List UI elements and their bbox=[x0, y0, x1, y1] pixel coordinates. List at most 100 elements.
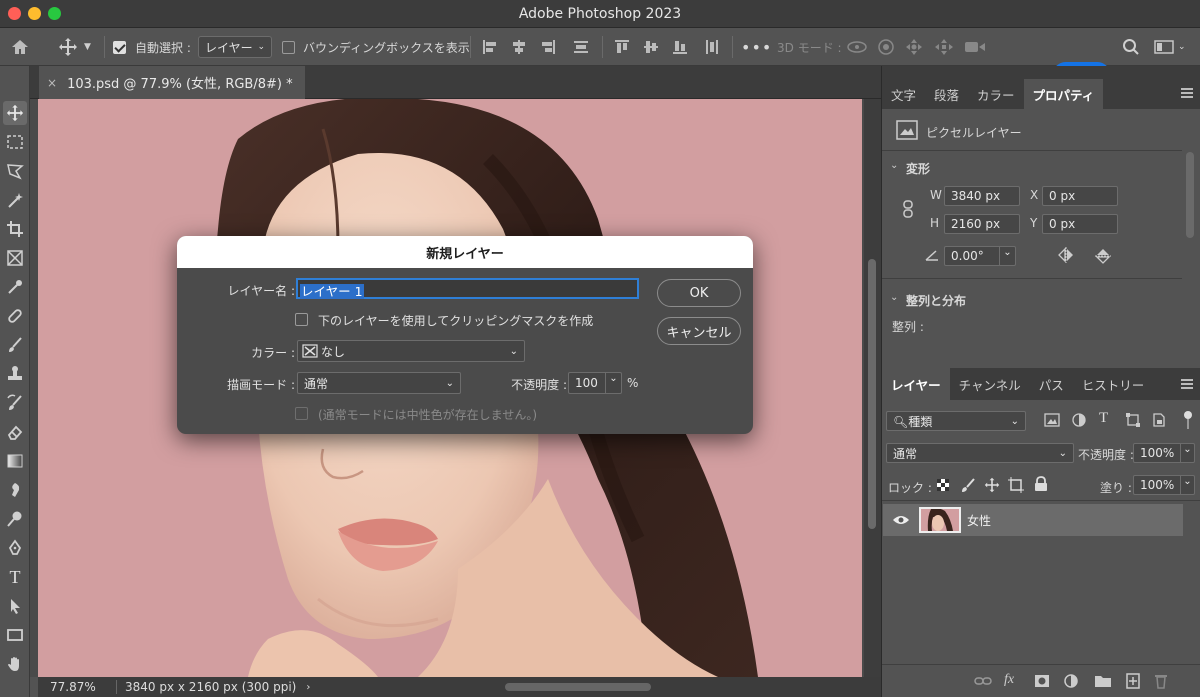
history-brush-tool[interactable] bbox=[3, 391, 27, 415]
align-left-button[interactable] bbox=[481, 28, 499, 66]
color-dropdown[interactable]: なし ⌄ bbox=[297, 340, 525, 362]
dodge-tool[interactable] bbox=[3, 507, 27, 531]
bounding-box-checkbox[interactable] bbox=[282, 28, 295, 66]
chevron-down-icon[interactable]: ⌄ bbox=[890, 160, 898, 171]
lock-all-icon[interactable] bbox=[1034, 476, 1048, 492]
type-tool[interactable]: T bbox=[3, 565, 27, 589]
layer-name[interactable]: 女性 bbox=[967, 512, 991, 529]
brush-tool[interactable] bbox=[3, 333, 27, 357]
chevron-down-icon[interactable]: ⌄ bbox=[1180, 444, 1194, 462]
blend-mode-dropdown[interactable]: 通常 ⌄ bbox=[886, 443, 1074, 463]
layer-row[interactable]: 女性 bbox=[883, 504, 1183, 536]
auto-select-checkbox[interactable] bbox=[113, 28, 126, 66]
tab-channels[interactable]: チャンネル bbox=[950, 368, 1030, 400]
flip-vertical-icon[interactable] bbox=[1094, 246, 1112, 266]
tab-layers[interactable]: レイヤー bbox=[882, 368, 950, 400]
tab-properties[interactable]: プロパティ bbox=[1023, 79, 1104, 109]
neutral-color-checkbox[interactable] bbox=[295, 407, 308, 423]
eye-icon[interactable] bbox=[892, 514, 910, 526]
fx-icon[interactable]: fx bbox=[1004, 672, 1014, 688]
more-options-button[interactable]: ••• bbox=[741, 28, 772, 66]
chevron-down-icon[interactable]: ⌄ bbox=[890, 292, 898, 303]
layer-name-input[interactable]: レイヤー 1 bbox=[296, 278, 639, 299]
panel-menu-icon[interactable] bbox=[1181, 88, 1193, 98]
dialog-opacity-field[interactable]: 100 ⌄ bbox=[568, 372, 622, 394]
tab-color[interactable]: カラー bbox=[968, 79, 1024, 109]
3d-camera-button[interactable] bbox=[963, 28, 987, 66]
trash-icon[interactable] bbox=[1154, 673, 1168, 689]
clone-stamp-tool[interactable] bbox=[3, 362, 27, 386]
filter-adjustment-icon[interactable] bbox=[1072, 413, 1086, 427]
new-layer-icon[interactable] bbox=[1126, 673, 1140, 689]
crop-tool[interactable] bbox=[3, 217, 27, 241]
properties-scrollbar[interactable] bbox=[1186, 152, 1194, 238]
3d-slide-button[interactable] bbox=[933, 28, 955, 66]
workspace-button[interactable]: ⌄ bbox=[1154, 28, 1186, 66]
align-bottom-button[interactable] bbox=[671, 28, 689, 66]
pen-tool[interactable] bbox=[3, 536, 27, 560]
frame-tool[interactable] bbox=[3, 246, 27, 270]
move-tool[interactable] bbox=[3, 101, 27, 125]
filter-toggle[interactable] bbox=[1183, 411, 1193, 429]
opacity-field[interactable]: 100% ⌄ bbox=[1133, 443, 1195, 463]
vertical-scrollbar[interactable] bbox=[864, 99, 881, 677]
align-center-button[interactable] bbox=[510, 28, 528, 66]
chevron-down-icon[interactable]: ⌄ bbox=[1180, 476, 1194, 494]
tab-paths[interactable]: パス bbox=[1030, 368, 1073, 400]
link-layers-icon[interactable] bbox=[974, 675, 992, 687]
adjustment-layer-icon[interactable] bbox=[1064, 674, 1080, 690]
zoom-level[interactable]: 77.87% bbox=[50, 680, 108, 694]
healing-brush-tool[interactable] bbox=[3, 304, 27, 328]
lock-transparent-icon[interactable] bbox=[936, 478, 950, 492]
layers-menu-icon[interactable] bbox=[1181, 379, 1193, 389]
tab-character[interactable]: 文字 bbox=[882, 79, 925, 109]
path-selection-tool[interactable] bbox=[3, 594, 27, 618]
align-right-button[interactable] bbox=[539, 28, 557, 66]
width-field[interactable]: 3840 px bbox=[944, 186, 1020, 206]
cancel-button[interactable]: キャンセル bbox=[657, 317, 741, 345]
home-button[interactable] bbox=[10, 28, 34, 66]
filter-type-icon[interactable]: T bbox=[1099, 410, 1108, 427]
document-dimensions[interactable]: 3840 px x 2160 px (300 ppi) bbox=[125, 680, 296, 694]
x-field[interactable]: 0 px bbox=[1042, 186, 1118, 206]
eraser-tool[interactable] bbox=[3, 420, 27, 444]
clipping-mask-checkbox[interactable] bbox=[295, 313, 308, 329]
3d-roll-button[interactable] bbox=[876, 28, 896, 66]
move-tool-preset[interactable]: ▼ bbox=[58, 28, 100, 66]
dialog-blend-mode-dropdown[interactable]: 通常 ⌄ bbox=[297, 372, 461, 394]
tab-paragraph[interactable]: 段落 bbox=[925, 79, 968, 109]
align-top-button[interactable] bbox=[613, 28, 631, 66]
auto-select-dropdown[interactable]: レイヤー ⌄ bbox=[198, 36, 272, 58]
lasso-tool[interactable] bbox=[3, 159, 27, 183]
angle-field[interactable]: 0.00° ⌄ bbox=[944, 246, 1016, 266]
align-middle-button[interactable] bbox=[642, 28, 660, 66]
lock-brush-icon[interactable] bbox=[960, 477, 976, 493]
ok-button[interactable]: OK bbox=[657, 279, 741, 307]
layer-filter-dropdown[interactable]: 🔍︎種類 ⌄ bbox=[886, 411, 1026, 431]
tab-history[interactable]: ヒストリー bbox=[1073, 368, 1154, 400]
3d-pan-button[interactable] bbox=[904, 28, 924, 66]
document-tab[interactable]: × 103.psd @ 77.9% (女性, RGB/8#) * bbox=[39, 66, 305, 99]
chevron-down-icon[interactable]: ⌄ bbox=[605, 373, 621, 393]
chevron-down-icon[interactable]: ⌄ bbox=[999, 247, 1015, 265]
fill-field[interactable]: 100% ⌄ bbox=[1133, 475, 1195, 495]
vertical-scroll-thumb[interactable] bbox=[868, 259, 876, 529]
distribute-button[interactable] bbox=[572, 28, 590, 66]
eyedropper-tool[interactable] bbox=[3, 275, 27, 299]
search-button[interactable] bbox=[1122, 28, 1140, 66]
filter-shape-icon[interactable] bbox=[1126, 413, 1140, 427]
filter-smart-object-icon[interactable] bbox=[1152, 413, 1166, 427]
flip-horizontal-icon[interactable] bbox=[1056, 246, 1076, 264]
layer-mask-icon[interactable] bbox=[1034, 674, 1050, 688]
gradient-tool[interactable] bbox=[3, 449, 27, 473]
group-folder-icon[interactable] bbox=[1094, 674, 1112, 688]
y-field[interactable]: 0 px bbox=[1042, 214, 1118, 234]
link-icon[interactable] bbox=[902, 200, 914, 218]
magic-wand-tool[interactable] bbox=[3, 188, 27, 212]
hand-tool[interactable] bbox=[3, 652, 27, 676]
height-field[interactable]: 2160 px bbox=[944, 214, 1020, 234]
rectangle-tool[interactable] bbox=[3, 623, 27, 647]
marquee-tool[interactable] bbox=[3, 130, 27, 154]
chevron-right-icon[interactable]: › bbox=[306, 682, 310, 693]
smudge-tool[interactable] bbox=[3, 478, 27, 502]
